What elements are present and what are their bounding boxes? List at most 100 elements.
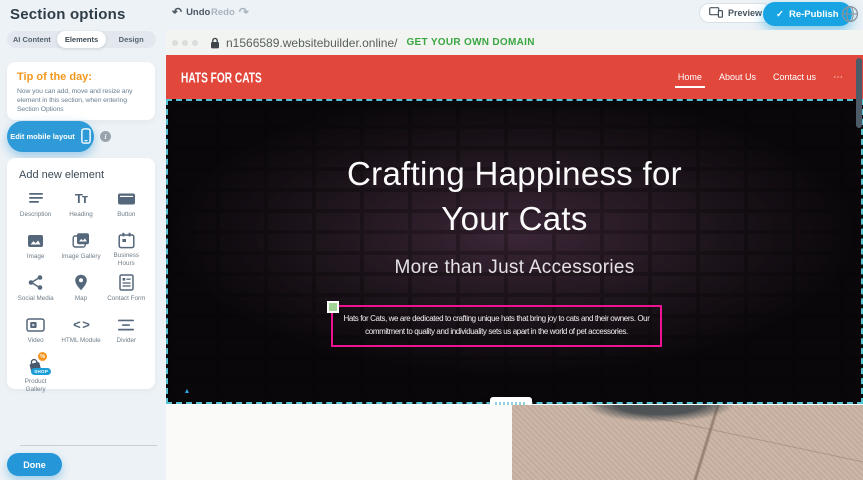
- html-module-icon: < >: [73, 314, 89, 335]
- element-grid: Description Tт Heading Button Image: [13, 188, 149, 394]
- element-label: Video: [28, 337, 44, 345]
- carpet-photo: [512, 405, 863, 480]
- edit-mobile-layout-button[interactable]: Edit mobile layout: [7, 121, 94, 152]
- hero-paragraph: Hats for Cats, we are dedicated to craft…: [341, 313, 652, 339]
- phone-icon: [81, 128, 91, 146]
- hero-title[interactable]: Crafting Happiness for Your Cats: [168, 151, 861, 241]
- image-gallery-icon: [72, 230, 90, 251]
- add-element-panel: Add new element Description Tт Heading B…: [7, 158, 155, 389]
- tab-label: Elements: [65, 35, 98, 44]
- tab-elements[interactable]: Elements: [57, 31, 107, 48]
- divider-icon: [117, 314, 135, 335]
- element-label: HTML Module: [61, 337, 100, 345]
- element-image[interactable]: Image: [13, 230, 58, 268]
- resize-handle[interactable]: [327, 301, 339, 313]
- undo-label: Undo: [186, 7, 210, 18]
- tip-title: Tip of the day:: [17, 71, 145, 83]
- element-label: Heading: [69, 211, 92, 219]
- add-element-title: Add new element: [19, 169, 149, 181]
- element-html-module[interactable]: < > HTML Module: [58, 314, 103, 352]
- done-button[interactable]: Done: [7, 453, 62, 476]
- panel-divider: [20, 445, 157, 446]
- button-icon: [117, 188, 136, 209]
- traffic-dot: [182, 40, 188, 46]
- site-url[interactable]: n1566589.websitebuilder.online/: [226, 36, 397, 50]
- devices-icon: [709, 7, 723, 20]
- nav-more-icon[interactable]: ⋯: [833, 72, 843, 83]
- lock-icon: [210, 37, 220, 49]
- tip-body: Now you can add, move and resize any ele…: [17, 87, 145, 115]
- site-logo[interactable]: HATS FOR CATS: [181, 69, 262, 86]
- element-label: Button: [117, 211, 135, 219]
- element-heading[interactable]: Tт Heading: [58, 188, 103, 226]
- undo-button[interactable]: ↶ Undo: [172, 6, 210, 18]
- map-pin-icon: [74, 272, 88, 293]
- section-resize-arrow-up[interactable]: ▲: [166, 388, 208, 395]
- element-label: Business Hours: [105, 252, 147, 268]
- redo-icon: ↷: [239, 6, 249, 18]
- site-header: HATS FOR CATS Home About Us Contact us ⋯: [166, 55, 863, 99]
- traffic-dot: [192, 40, 198, 46]
- browser-bar: n1566589.websitebuilder.online/ GET YOUR…: [166, 30, 863, 55]
- preview-scrollbar[interactable]: [856, 58, 862, 128]
- element-divider[interactable]: Divider: [104, 314, 149, 352]
- site-preview: n1566589.websitebuilder.online/ GET YOUR…: [166, 30, 863, 480]
- nav-contact-us[interactable]: Contact us: [773, 68, 816, 86]
- image-icon: [27, 230, 44, 251]
- contact-form-icon: [119, 272, 134, 293]
- next-section: [166, 405, 863, 480]
- republish-button[interactable]: ✓ Re-Publish: [763, 2, 852, 26]
- hero-paragraph-box[interactable]: Hats for Cats, we are dedicated to craft…: [331, 305, 662, 347]
- element-label: Divider: [117, 337, 137, 345]
- element-label: Map: [75, 295, 87, 303]
- get-domain-link[interactable]: GET YOUR OWN DOMAIN: [406, 37, 534, 48]
- check-icon: ✓: [776, 9, 784, 20]
- tab-label: Design: [119, 35, 144, 44]
- hero-title-line1: Crafting Happiness for: [168, 151, 861, 196]
- element-label: Product Gallery: [15, 378, 57, 394]
- element-label: Image: [27, 253, 45, 261]
- left-panel: AI Content Elements Design Tip of the da…: [0, 0, 166, 480]
- edit-mobile-label: Edit mobile layout: [10, 132, 75, 141]
- element-social-media[interactable]: Social Media: [13, 272, 58, 310]
- hero-subtitle[interactable]: More than Just Accessories: [168, 257, 861, 279]
- globe-icon[interactable]: [841, 5, 859, 23]
- info-glyph: i: [105, 133, 107, 141]
- description-icon: [27, 188, 45, 209]
- element-business-hours[interactable]: Business Hours: [104, 230, 149, 268]
- element-label: Description: [20, 211, 52, 219]
- traffic-dot: [172, 40, 178, 46]
- element-contact-form[interactable]: Contact Form: [104, 272, 149, 310]
- heading-icon: Tт: [75, 188, 87, 209]
- element-image-gallery[interactable]: Image Gallery: [58, 230, 103, 268]
- product-gallery-dot: %: [38, 352, 47, 361]
- next-section-blank: [166, 405, 512, 480]
- hero-title-line2: Your Cats: [168, 196, 861, 241]
- tab-design[interactable]: Design: [106, 31, 156, 48]
- tab-label: AI Content: [13, 35, 51, 44]
- element-product-gallery[interactable]: % SHOP Product Gallery: [13, 356, 58, 394]
- redo-button[interactable]: Redo ↷: [211, 6, 249, 18]
- redo-label: Redo: [211, 7, 235, 18]
- info-icon[interactable]: i: [100, 131, 111, 142]
- tip-card: Tip of the day: Now you can add, move an…: [7, 62, 155, 120]
- preview-button[interactable]: Preview: [699, 3, 772, 23]
- product-gallery-icon: % SHOP: [27, 356, 44, 376]
- element-label: Social Media: [18, 295, 54, 303]
- element-button[interactable]: Button: [104, 188, 149, 226]
- video-icon: [26, 314, 45, 335]
- business-hours-icon: [118, 230, 135, 250]
- element-description[interactable]: Description: [13, 188, 58, 226]
- element-label: Contact Form: [107, 295, 145, 303]
- nav-home[interactable]: Home: [678, 68, 702, 86]
- site-nav: Home About Us Contact us ⋯: [678, 68, 843, 86]
- shop-badge: SHOP: [31, 368, 51, 375]
- nav-about-us[interactable]: About Us: [719, 68, 756, 86]
- social-media-icon: [27, 272, 44, 293]
- element-video[interactable]: Video: [13, 314, 58, 352]
- preview-label: Preview: [728, 8, 762, 18]
- hero-section[interactable]: Crafting Happiness for Your Cats More th…: [166, 99, 863, 404]
- panel-tabs: AI Content Elements Design: [7, 31, 156, 48]
- tab-ai-content[interactable]: AI Content: [7, 31, 57, 48]
- element-map[interactable]: Map: [58, 272, 103, 310]
